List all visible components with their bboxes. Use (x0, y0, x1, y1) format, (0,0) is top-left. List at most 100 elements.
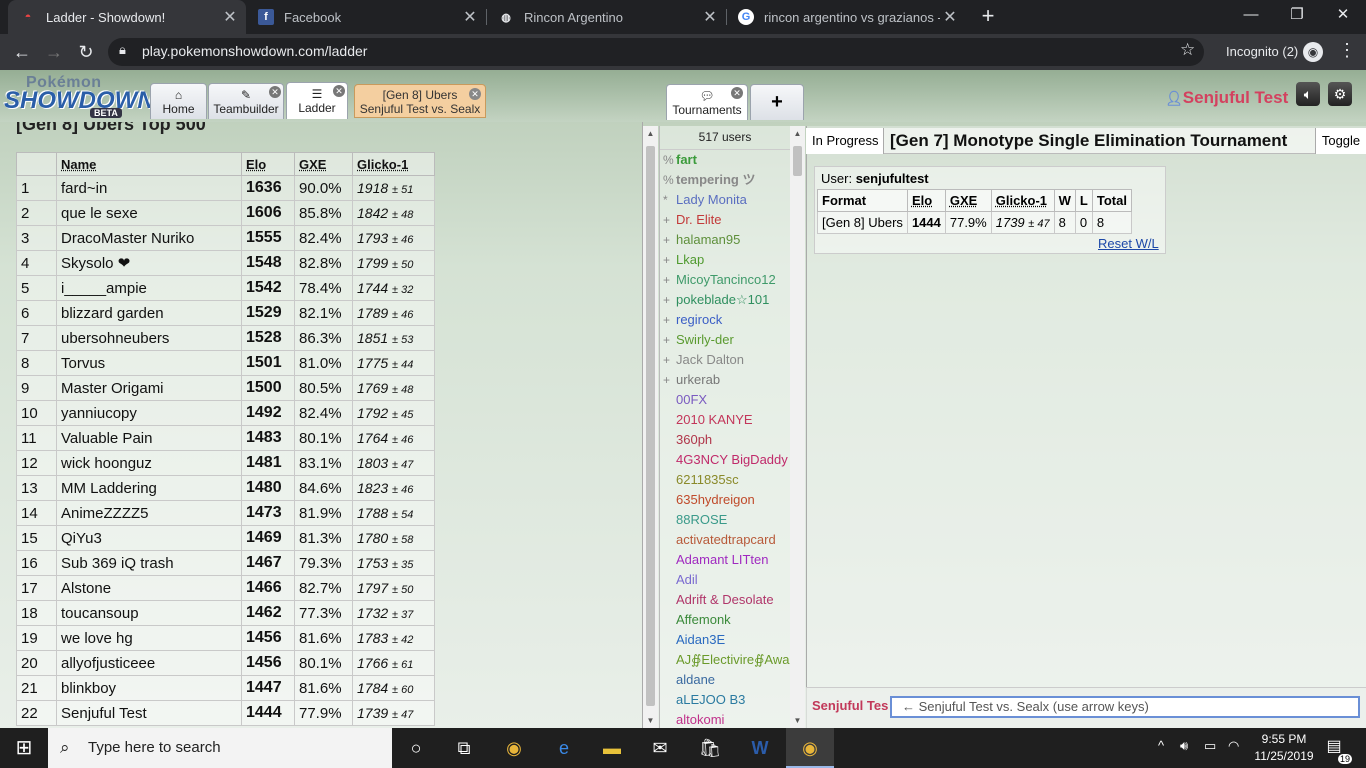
cell-name[interactable]: blinkboy (56, 675, 242, 701)
close-tab-icon[interactable]: ✕ (460, 7, 480, 27)
tab-teambuilder[interactable]: ✎ Teambuilder ✕ (208, 83, 284, 119)
task-view-icon[interactable]: ⧉ (440, 728, 488, 768)
reset-wl-link[interactable]: Reset W/L (1098, 236, 1159, 251)
chat-input[interactable]: ← Senjuful Test vs. Sealx (use arrow key… (890, 696, 1360, 718)
list-item[interactable]: 6211835sc (660, 470, 790, 490)
toggle-button[interactable]: Toggle (1315, 128, 1366, 154)
list-item[interactable]: + halaman95 (660, 230, 790, 250)
chat-username[interactable]: Senjuful Tes (812, 698, 888, 713)
battery-icon[interactable]: ▭ (1204, 738, 1216, 754)
mail-icon[interactable]: ✉ (636, 728, 684, 768)
list-item[interactable]: + urkerab (660, 370, 790, 390)
cell-name[interactable]: ubersohneubers (56, 325, 242, 351)
url-text[interactable]: play.pokemonshowdown.com/ladder (142, 43, 367, 59)
tab-tournaments[interactable]: 💬︎ Tournaments ✕ (666, 84, 748, 120)
bookmark-star-icon[interactable]: ☆ (1180, 40, 1195, 60)
cell-name[interactable]: MM Laddering (56, 475, 242, 501)
list-item[interactable]: + Lkap (660, 250, 790, 270)
list-item[interactable]: Adamant LITten (660, 550, 790, 570)
user-name[interactable]: 👤︎Senjuful Test (1165, 88, 1288, 108)
cell-name[interactable]: Master Origami (56, 375, 242, 401)
cell-name[interactable]: toucansoup (56, 600, 242, 626)
word-icon[interactable]: W (736, 728, 784, 768)
new-tab-button[interactable]: + (976, 4, 1000, 30)
store-icon[interactable]: 🛍︎ (686, 728, 734, 768)
back-icon[interactable]: ← (10, 40, 34, 64)
cell-name[interactable]: wick hoonguz (56, 450, 242, 476)
list-item[interactable]: 2010 KANYE (660, 410, 790, 430)
windows-start-icon[interactable]: ⊞ (0, 728, 48, 768)
tab-ladder[interactable]: ☰ Ladder ✕ (286, 82, 348, 119)
volume-icon[interactable]: 🔊︎ (1180, 738, 1188, 754)
list-item[interactable]: 88ROSE (660, 510, 790, 530)
cell-name[interactable]: Valuable Pain (56, 425, 242, 451)
close-tab-icon[interactable]: ✕ (700, 7, 720, 27)
list-item[interactable]: + Dr. Elite (660, 210, 790, 230)
cell-name[interactable]: Sub 369 iQ trash (56, 550, 242, 576)
gear-icon[interactable]: ⚙ (1328, 82, 1352, 106)
list-item[interactable]: Affemonk (660, 610, 790, 630)
close-window-button[interactable]: ✕ (1320, 0, 1366, 32)
list-item[interactable]: + Swirly-der (660, 330, 790, 350)
minimize-button[interactable]: — (1228, 0, 1274, 32)
list-item[interactable]: activatedtrapcard (660, 530, 790, 550)
close-icon[interactable]: ✕ (333, 85, 345, 97)
tray-chevron-icon[interactable]: ^ (1158, 738, 1164, 753)
cell-name[interactable]: i_____ampie (56, 275, 242, 301)
list-item[interactable]: + MicoyTancinco12 (660, 270, 790, 290)
cell-name[interactable]: fard~in (56, 175, 242, 201)
chrome-active-icon[interactable]: ◉ (786, 728, 834, 768)
list-item[interactable]: altokomi (660, 710, 790, 728)
ladder-scrollbar[interactable]: ▲ ▼ (643, 126, 658, 728)
cell-name[interactable]: DracoMaster Nuriko (56, 225, 242, 251)
cell-name[interactable]: AnimeZZZZ5 (56, 500, 242, 526)
new-room-button[interactable]: + (750, 84, 804, 120)
cell-name[interactable]: QiYu3 (56, 525, 242, 551)
close-icon[interactable]: ✕ (731, 87, 743, 99)
cell-name[interactable]: allyofjusticeee (56, 650, 242, 676)
close-tab-icon[interactable]: ✕ (220, 7, 240, 27)
cell-name[interactable]: Alstone (56, 575, 242, 601)
browser-tab-rincon[interactable]: ◍ Rincon Argentino ✕ (486, 0, 726, 34)
browser-tab-facebook[interactable]: f Facebook ✕ (246, 0, 486, 34)
list-item[interactable]: AJ∯Electivire∯Awa (660, 650, 790, 670)
chrome-icon[interactable]: ◉ (490, 728, 538, 768)
cortana-icon[interactable]: ○ (392, 728, 440, 768)
taskbar-search-input[interactable]: ⌕ Type here to search (48, 728, 392, 768)
list-item[interactable]: aLEJOO B3 (660, 690, 790, 710)
close-tab-icon[interactable]: ✕ (940, 7, 960, 27)
list-item[interactable]: 360ph (660, 430, 790, 450)
list-item[interactable]: 635hydreigon (660, 490, 790, 510)
close-icon[interactable]: ✕ (469, 88, 481, 100)
lock-icon[interactable]: 🔒︎ (119, 42, 126, 58)
cell-name[interactable]: Torvus (56, 350, 242, 376)
list-item[interactable]: + regirock (660, 310, 790, 330)
sound-icon[interactable]: 🔈︎ (1296, 82, 1320, 106)
list-item[interactable]: Adrift & Desolate (660, 590, 790, 610)
close-icon[interactable]: ✕ (269, 86, 281, 98)
browser-tab-google[interactable]: G rincon argentino vs grazianos - G ✕ (726, 0, 966, 34)
file-explorer-icon[interactable]: ▬ (588, 728, 636, 768)
browser-tab-ladder[interactable]: ◓ Ladder - Showdown! ✕ (8, 0, 246, 34)
list-item[interactable]: 4G3NCY BigDaddy (660, 450, 790, 470)
list-item[interactable]: * Lady Monita (660, 190, 790, 210)
cell-name[interactable]: blizzard garden (56, 300, 242, 326)
list-item[interactable]: % fart (660, 150, 790, 170)
list-item[interactable]: Aidan3E (660, 630, 790, 650)
list-item[interactable]: 00FX (660, 390, 790, 410)
forward-icon[interactable]: → (42, 40, 66, 64)
tab-home[interactable]: ⌂ Home (150, 83, 207, 119)
cell-name[interactable]: yanniucopy (56, 400, 242, 426)
tab-battle[interactable]: [Gen 8] Ubers Senjuful Test vs. Sealx ✕ (354, 84, 486, 118)
wifi-icon[interactable]: ◠ (1228, 738, 1239, 754)
notifications-icon[interactable]: ▤ 19 (1322, 736, 1352, 764)
cell-name[interactable]: we love hg (56, 625, 242, 651)
list-item[interactable]: Adil (660, 570, 790, 590)
list-item[interactable]: aldane (660, 670, 790, 690)
menu-dots-icon[interactable]: ⋮ (1338, 40, 1356, 61)
list-item[interactable]: + pokeblade☆101 (660, 290, 790, 310)
list-item[interactable]: + Jack Dalton (660, 350, 790, 370)
cell-name[interactable]: que le sexe (56, 200, 242, 226)
list-item[interactable]: % tempering ツ (660, 170, 790, 190)
reload-icon[interactable]: ↻ (74, 40, 98, 64)
